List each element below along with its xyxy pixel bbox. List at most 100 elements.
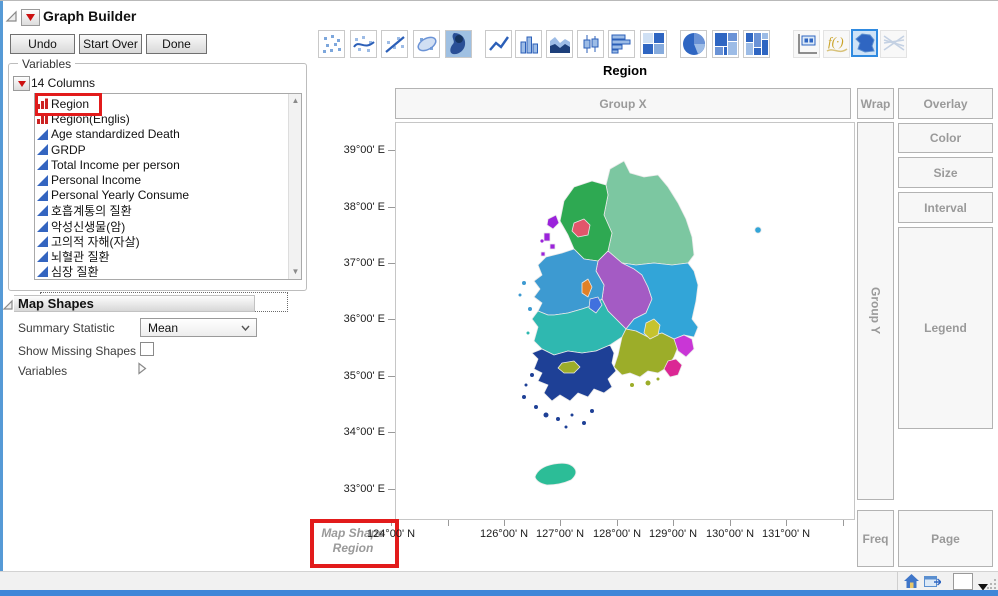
status-bar	[0, 571, 998, 591]
summary-statistic-dropdown[interactable]: Mean	[140, 318, 257, 337]
zone-color[interactable]: Color	[898, 123, 993, 153]
scroll-up-arrow[interactable]: ▲	[289, 94, 301, 108]
x-tick	[786, 520, 787, 526]
x-axis-label[interactable]: 130°00' N	[698, 528, 762, 540]
scroll-down-arrow[interactable]: ▼	[289, 265, 301, 279]
map-shapes-header[interactable]: Map Shapes	[14, 295, 255, 312]
graph-builder-window: Graph Builder Undo Start Over Done f(·) …	[0, 0, 998, 596]
y-axis-label[interactable]: 38°00' E	[330, 201, 385, 213]
contour-icon[interactable]	[445, 30, 472, 58]
x-axis-label[interactable]: 126°00' N	[472, 528, 536, 540]
zone-page[interactable]: Page	[898, 510, 993, 567]
y-axis-label[interactable]: 36°00' E	[330, 313, 385, 325]
list-item: 고의적 자해(자살)	[35, 234, 287, 249]
graph-title: Region	[602, 63, 648, 78]
x-axis-label[interactable]: 131°00' N	[754, 528, 818, 540]
y-tick	[388, 319, 395, 320]
variables-groupbox-label: Variables	[18, 57, 76, 71]
y-axis-label[interactable]: 37°00' E	[330, 257, 385, 269]
treemap-icon[interactable]	[712, 30, 739, 58]
continuous-column-icon	[37, 266, 48, 278]
list-item: Personal Income	[35, 172, 287, 187]
y-axis-label[interactable]: 35°00' E	[330, 370, 385, 382]
x-tick	[617, 520, 618, 526]
y-axis-label[interactable]: 34°00' E	[330, 426, 385, 438]
color-swatch[interactable]	[953, 573, 973, 590]
zone-legend[interactable]: Legend	[898, 227, 993, 429]
summary-statistic-label: Summary Statistic	[18, 321, 115, 335]
columns-red-triangle-button[interactable]	[13, 76, 30, 91]
x-axis-label[interactable]: 128°00' N	[585, 528, 649, 540]
continuous-column-icon	[37, 220, 48, 232]
map-shapes-disclosure-icon[interactable]	[2, 298, 14, 316]
smoother-icon[interactable]	[350, 30, 377, 58]
continuous-column-icon	[37, 144, 48, 156]
zone-interval[interactable]: Interval	[898, 192, 993, 223]
list-item: Personal Yearly Consume	[35, 188, 287, 203]
x-axis-label[interactable]: 129°00' N	[641, 528, 705, 540]
formula-icon[interactable]: f(·)	[823, 30, 850, 58]
x-tick	[560, 520, 561, 526]
undo-button[interactable]: Undo	[10, 34, 75, 54]
outline-disclosure-icon[interactable]	[5, 10, 18, 28]
y-tick	[388, 432, 395, 433]
y-axis-label[interactable]: 39°00' E	[330, 144, 385, 156]
y-tick	[388, 207, 395, 208]
show-missing-shapes-label: Show Missing Shapes	[18, 344, 137, 358]
map-plot-area[interactable]	[395, 122, 855, 520]
start-over-button[interactable]: Start Over	[79, 34, 142, 54]
y-axis-label[interactable]: 33°00' E	[330, 483, 385, 495]
continuous-column-icon	[37, 235, 48, 247]
summary-statistic-value: Mean	[148, 320, 179, 335]
x-tick	[504, 520, 505, 526]
red-triangle-menu-button[interactable]	[21, 9, 40, 26]
list-item: 뇌혈관 질환	[35, 249, 287, 264]
continuous-column-icon	[37, 205, 48, 217]
variables-disclosure-icon[interactable]	[137, 362, 147, 380]
zone-overlay[interactable]: Overlay	[898, 88, 993, 119]
ellipse-icon[interactable]	[413, 30, 440, 58]
done-button[interactable]: Done	[146, 34, 207, 54]
zone-wrap[interactable]: Wrap	[857, 88, 894, 119]
variables-section-label: Variables	[18, 364, 68, 378]
box-plot-icon[interactable]	[577, 30, 604, 58]
zone-freq[interactable]: Freq	[857, 510, 894, 567]
caption-box-icon[interactable]	[793, 30, 820, 58]
points-icon[interactable]	[318, 30, 345, 58]
x-tick	[673, 520, 674, 526]
chevron-down-icon	[241, 325, 250, 331]
continuous-column-icon	[37, 128, 48, 140]
x-axis-label[interactable]: 127°00' N	[528, 528, 592, 540]
show-missing-shapes-checkbox[interactable]	[140, 342, 154, 356]
line-chart-icon[interactable]	[485, 30, 512, 58]
parallel-plot-icon[interactable]	[880, 30, 907, 58]
continuous-column-icon	[37, 251, 48, 263]
continuous-column-icon	[37, 174, 48, 186]
status-bar-divider	[897, 572, 898, 590]
zone-size[interactable]: Size	[898, 157, 993, 188]
list-item: GRDP	[35, 142, 287, 157]
columns-count-label: 14 Columns	[31, 76, 96, 90]
x-tick	[843, 520, 844, 526]
area-chart-icon[interactable]	[546, 30, 573, 58]
columns-list[interactable]: Region Region(Englis) Age standardized D…	[34, 93, 302, 280]
map-shapes-icon[interactable]	[851, 29, 878, 57]
list-item: 심장 질환	[35, 264, 287, 279]
list-scrollbar[interactable]: ▲ ▼	[288, 94, 301, 279]
x-axis-label[interactable]: 124°00' N	[359, 528, 423, 540]
list-item: Age standardized Death	[35, 127, 287, 142]
x-tick	[730, 520, 731, 526]
y-tick	[388, 489, 395, 490]
mosaic-icon[interactable]	[743, 30, 770, 58]
histogram-icon[interactable]	[608, 30, 635, 58]
y-tick	[388, 376, 395, 377]
pie-chart-icon[interactable]	[680, 30, 707, 58]
line-of-fit-icon[interactable]	[381, 30, 408, 58]
heatmap-icon[interactable]	[640, 30, 667, 58]
map-shape-zone-line2: Region	[332, 541, 374, 555]
zone-group-y[interactable]: Group Y	[857, 122, 894, 500]
y-tick	[388, 263, 395, 264]
bar-chart-icon[interactable]	[515, 30, 542, 58]
zone-group-x[interactable]: Group X	[395, 88, 851, 119]
korea-choropleth-map	[518, 160, 762, 486]
